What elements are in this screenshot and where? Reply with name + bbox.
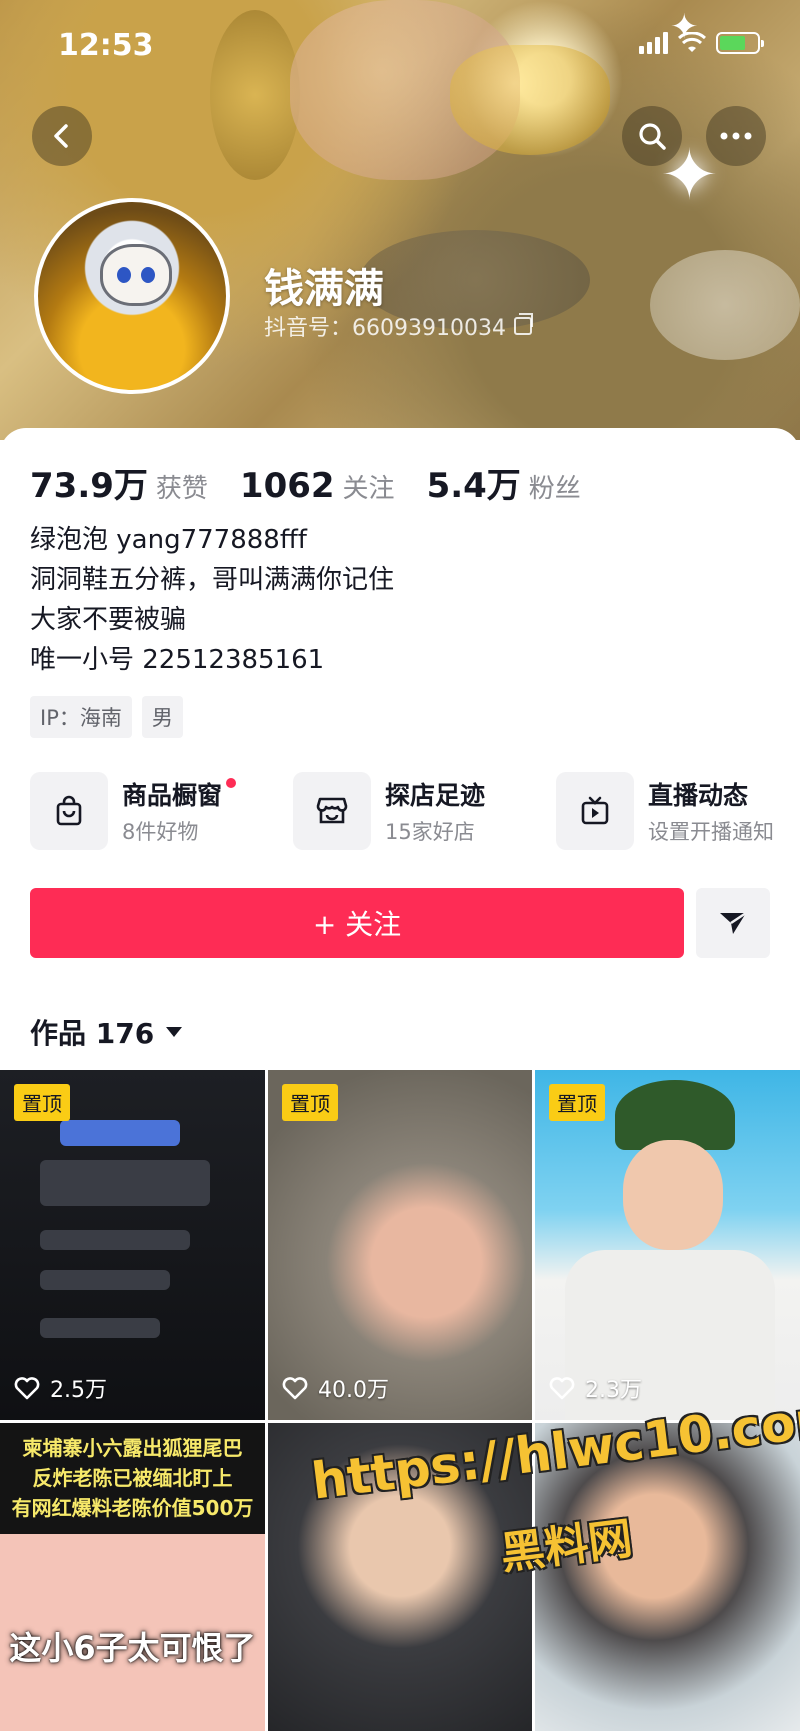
- heart-icon: [549, 1377, 575, 1400]
- video-grid: 置顶 2.5万 置顶 40.0万 置顶 2.3万 柬埔寨小六露出狐狸尾巴 反炸老…: [0, 1070, 800, 1731]
- bio: 绿泡泡 yang777888fff 洞洞鞋五分裤，哥叫满满你记住 大家不要被骗 …: [30, 520, 394, 680]
- chevron-left-icon: [54, 124, 68, 148]
- signal-icon: [639, 32, 668, 54]
- heart-icon: [14, 1377, 40, 1400]
- chat-bubble: [40, 1160, 210, 1206]
- send-icon: [720, 911, 747, 934]
- works-tab[interactable]: 作品 176: [30, 1012, 183, 1052]
- pinned-badge: 置顶: [282, 1084, 338, 1121]
- caption-line: 柬埔寨小六露出狐狸尾巴: [22, 1436, 243, 1460]
- tiger-avatar-face: [100, 244, 172, 306]
- chat-bubble: [40, 1270, 170, 1290]
- likes-count: 40.0万: [318, 1378, 389, 1403]
- avatar[interactable]: [34, 198, 230, 394]
- chat-bubble: [60, 1120, 180, 1146]
- back-button[interactable]: [32, 106, 92, 166]
- chat-bubble: [40, 1230, 190, 1250]
- heart-icon: [282, 1377, 308, 1400]
- chat-bubble: [40, 1318, 160, 1338]
- shortcut-shop[interactable]: 商品橱窗 8件好物: [30, 772, 237, 850]
- stat-label: 获赞: [155, 474, 208, 504]
- profile-page: ✦ ✦ 12:53 钱满满 抖音号：66093910034 73.9万 获赞 1…: [0, 0, 800, 1731]
- video-likes: 2.5万: [14, 1372, 107, 1404]
- shortcut-live[interactable]: 直播动态 设置开播通知: [556, 772, 774, 850]
- video-big-caption: 这小6子太可恨了: [9, 1629, 256, 1667]
- stat-label: 关注: [342, 474, 395, 504]
- bio-line: 洞洞鞋五分裤，哥叫满满你记住: [30, 565, 395, 595]
- shortcuts-row: 商品橱窗 8件好物 探店足迹 15家好店 直播动态 设置开播通知: [30, 772, 800, 852]
- face-decoration: [623, 1140, 723, 1250]
- video-tile[interactable]: 置顶 2.3万: [535, 1070, 800, 1420]
- shortcut-subtitle: 15家好店: [385, 820, 475, 844]
- shortcut-title: 探店足迹: [385, 781, 486, 810]
- bio-line: 大家不要被骗: [30, 605, 187, 635]
- video-tile[interactable]: 置顶 2.5万: [0, 1070, 265, 1420]
- bio-line: 唯一小号 22512385161: [30, 645, 325, 675]
- pinned-badge: 置顶: [549, 1084, 605, 1121]
- store-icon: [293, 772, 371, 850]
- works-label: 作品 176: [30, 1017, 155, 1050]
- stat-followers[interactable]: 5.4万 粉丝: [427, 458, 581, 507]
- video-likes: 40.0万: [282, 1372, 389, 1404]
- nickname: 钱满满: [264, 266, 384, 312]
- stat-following[interactable]: 1062 关注: [240, 466, 395, 506]
- video-likes: 2.3万: [549, 1372, 642, 1404]
- stats-row: 73.9万 获赞 1062 关注 5.4万 粉丝: [30, 458, 581, 507]
- notification-dot: [226, 778, 237, 788]
- ip-location-tag: IP：海南: [30, 696, 132, 738]
- copy-icon[interactable]: [513, 313, 533, 335]
- stat-label: 粉丝: [528, 474, 581, 504]
- more-button[interactable]: [706, 106, 766, 166]
- bio-line: 绿泡泡 yang777888fff: [30, 525, 307, 555]
- stat-likes[interactable]: 73.9万 获赞: [30, 458, 208, 507]
- stat-value: 1062: [239, 466, 335, 506]
- caption-line: 有网红爆料老陈价值500万: [11, 1496, 254, 1520]
- status-icons: [639, 31, 764, 54]
- search-icon: [639, 123, 666, 150]
- video-caption-overlay: 柬埔寨小六露出狐狸尾巴 反炸老陈已被缅北盯上 有网红爆料老陈价值500万: [0, 1433, 265, 1523]
- follow-button[interactable]: + 关注: [30, 888, 684, 958]
- profile-tags: IP：海南 男: [30, 696, 183, 738]
- caret-down-icon: [166, 1027, 183, 1037]
- lion-charm-decoration: [210, 10, 300, 180]
- battery-icon: [716, 32, 764, 54]
- douyin-id-text: 抖音号：66093910034: [264, 316, 506, 341]
- video-tile[interactable]: 柬埔寨小六露出狐狸尾巴 反炸老陈已被缅北盯上 有网红爆料老陈价值500万 这小6…: [0, 1423, 265, 1731]
- video-tile[interactable]: 置顶 40.0万: [268, 1070, 532, 1420]
- gold-ingot-decoration: [450, 45, 610, 155]
- tv-icon: [556, 772, 634, 850]
- shopping-bag-icon: [30, 772, 108, 850]
- more-dots-icon: [720, 132, 752, 140]
- shortcut-subtitle: 8件好物: [122, 820, 199, 844]
- share-button[interactable]: [696, 888, 770, 958]
- caption-line: 反炸老陈已被缅北盯上: [32, 1466, 233, 1490]
- gender-tag: 男: [141, 696, 183, 738]
- douyin-id[interactable]: 抖音号：66093910034: [264, 310, 533, 342]
- likes-count: 2.3万: [585, 1378, 642, 1403]
- pinned-badge: 置顶: [14, 1084, 70, 1121]
- search-button[interactable]: [622, 106, 682, 166]
- shortcut-subtitle: 设置开播通知: [648, 820, 774, 844]
- wifi-icon: [677, 31, 707, 54]
- stat-value: 73.9万: [30, 466, 148, 506]
- shortcut-title: 商品橱窗: [122, 776, 237, 812]
- status-time: 12:53: [58, 28, 154, 63]
- shortcut-store-visits[interactable]: 探店足迹 15家好店: [293, 772, 485, 850]
- stat-value: 5.4万: [426, 466, 521, 506]
- likes-count: 2.5万: [50, 1378, 107, 1403]
- cloud-decoration: [650, 250, 800, 360]
- shortcut-title: 直播动态: [648, 781, 749, 810]
